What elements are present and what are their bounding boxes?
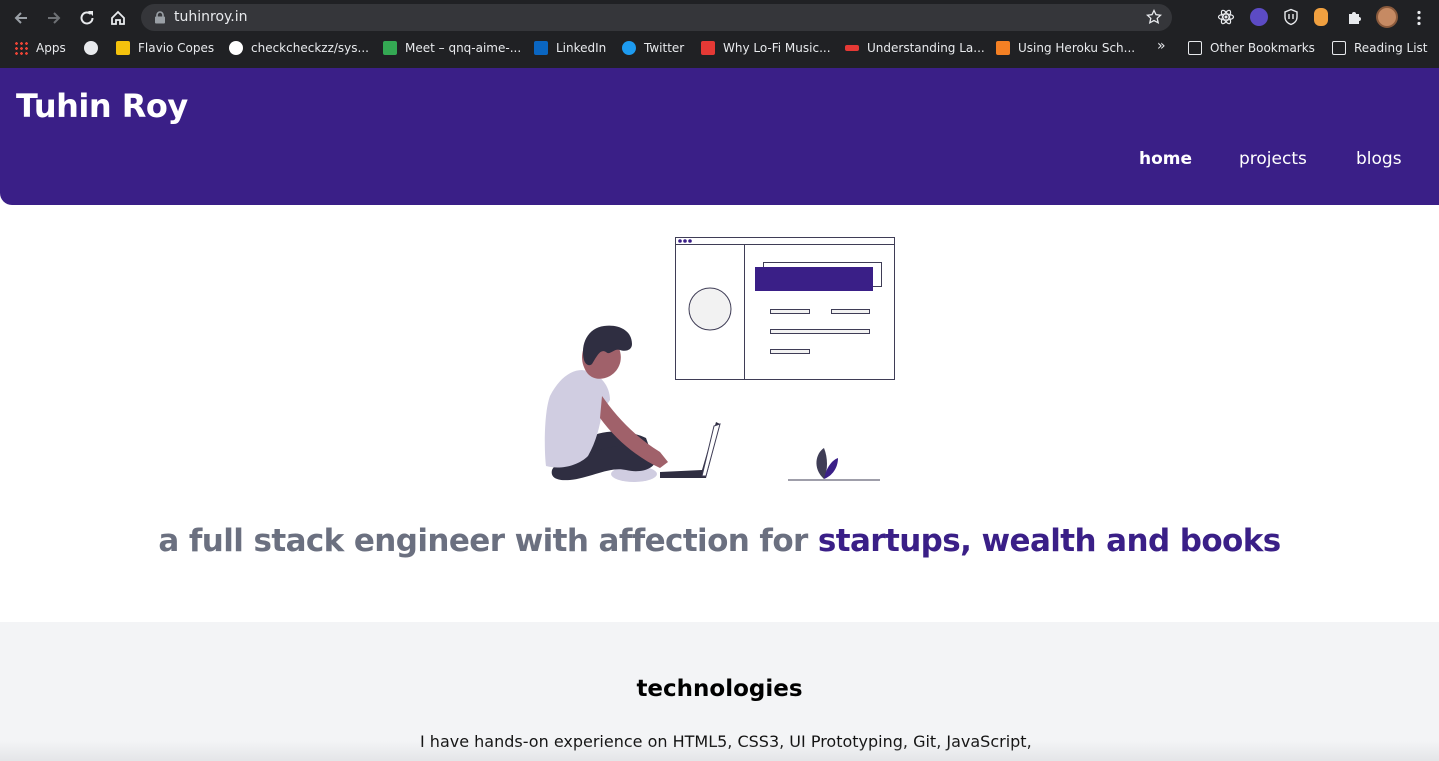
globe-icon	[84, 41, 98, 55]
bookmark-meet[interactable]: Meet – qnq-aime-...	[383, 41, 521, 55]
nav-projects-link[interactable]: projects	[1239, 149, 1307, 169]
apps-grid-icon	[14, 41, 28, 55]
twitter-icon	[622, 41, 636, 55]
react-devtools-icon[interactable]	[1217, 8, 1235, 26]
tagline-accent: startups, wealth and books	[817, 523, 1281, 559]
menu-icon[interactable]	[1408, 7, 1430, 29]
puzzle-icon[interactable]	[1346, 8, 1364, 26]
reading-list-icon	[1332, 41, 1346, 55]
bookmark-apps[interactable]: Apps	[14, 41, 66, 55]
tagline-muted: a full stack engineer with affection for	[158, 523, 808, 559]
flavio-copes-icon	[116, 41, 130, 55]
scroll-shadow	[0, 741, 1439, 761]
other-bookmarks-folder[interactable]: Other Bookmarks	[1188, 41, 1315, 55]
bookmark-label: Other Bookmarks	[1210, 41, 1315, 55]
bookmark-label: Understanding La...	[867, 41, 985, 55]
technologies-title: technologies	[636, 676, 803, 702]
bookmark-label: Meet – qnq-aime-...	[405, 41, 522, 55]
bookmark-label: Flavio Copes	[138, 41, 215, 55]
avatar[interactable]	[1376, 6, 1398, 28]
reload-icon[interactable]	[76, 7, 98, 29]
bookmark-label: Reading List	[1354, 41, 1428, 55]
bookmark-twitter[interactable]: Twitter	[622, 41, 684, 55]
nav-blogs-link[interactable]: blogs	[1356, 149, 1402, 169]
google-meet-icon	[383, 41, 397, 55]
bookmark-star-icon[interactable]	[1146, 9, 1162, 25]
forward-icon[interactable]	[43, 7, 65, 29]
browser-chrome: tuhinroy.in Apps Flavio Copes checkcheck…	[0, 0, 1439, 68]
hero-illustration	[544, 237, 895, 482]
bookmark-heroku[interactable]: Using Heroku Sch...	[996, 41, 1135, 55]
linkedin-icon	[534, 41, 548, 55]
address-bar[interactable]: tuhinroy.in	[141, 4, 1172, 31]
bookmark-label: Apps	[36, 41, 66, 55]
site-favicon-icon	[701, 41, 715, 55]
github-icon	[229, 41, 243, 55]
site-header: Tuhin Roy home projects blogs	[0, 68, 1439, 205]
bookmark-label: LinkedIn	[556, 41, 607, 55]
shield-icon[interactable]	[1282, 8, 1300, 26]
bookmark-label: Using Heroku Sch...	[1018, 41, 1136, 55]
reading-list-button[interactable]: Reading List	[1332, 41, 1428, 55]
bookmark-label: Why Lo-Fi Music...	[723, 41, 831, 55]
browser-toolbar: tuhinroy.in	[0, 0, 1439, 35]
site-logo[interactable]: Tuhin Roy	[16, 87, 188, 125]
bookmark-flavio-copes[interactable]: Flavio Copes	[116, 41, 214, 55]
bookmark-linkedin[interactable]: LinkedIn	[534, 41, 606, 55]
stackoverflow-icon	[996, 41, 1010, 55]
hero-tagline: a full stack engineer with affection for…	[0, 523, 1439, 559]
bookmark-lofi[interactable]: Why Lo-Fi Music...	[701, 41, 831, 55]
bookmark-label: checkcheckzz/sys...	[251, 41, 369, 55]
bookmarks-bar: Apps Flavio Copes checkcheckzz/sys... Me…	[0, 37, 1439, 61]
back-icon[interactable]	[10, 7, 32, 29]
bookmark-understanding[interactable]: Understanding La...	[845, 41, 985, 55]
url-text[interactable]: tuhinroy.in	[174, 9, 248, 25]
bookmark-globe[interactable]	[84, 41, 106, 55]
bookmarks-overflow-button[interactable]: »	[1157, 38, 1166, 54]
lock-icon	[155, 11, 165, 24]
extension-icon[interactable]	[1314, 8, 1328, 26]
extension-icon[interactable]	[1250, 8, 1268, 26]
folder-icon	[1188, 41, 1202, 55]
overflow-label: »	[1157, 38, 1166, 54]
home-icon[interactable]	[107, 7, 129, 29]
bookmark-github[interactable]: checkcheckzz/sys...	[229, 41, 369, 55]
site-favicon-icon	[845, 45, 859, 51]
bookmark-label: Twitter	[644, 41, 685, 55]
nav-home-link[interactable]: home	[1139, 149, 1192, 169]
